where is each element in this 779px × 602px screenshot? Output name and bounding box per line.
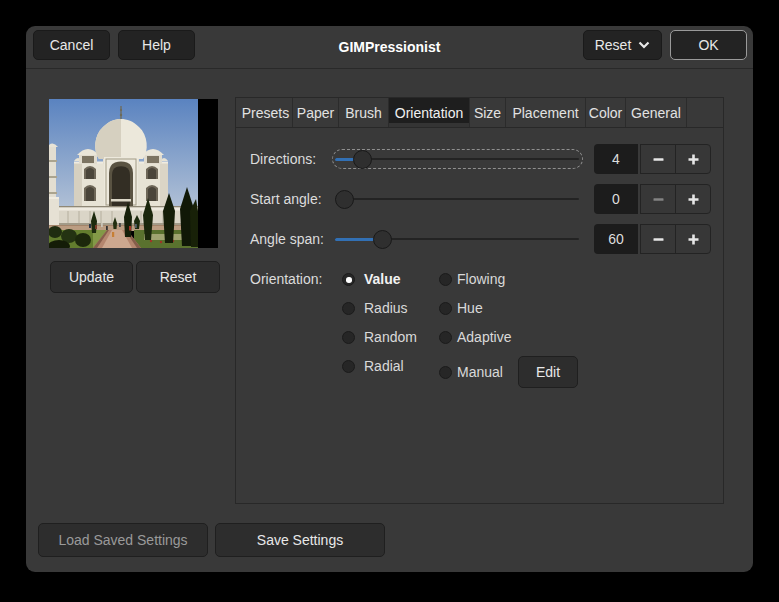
edit-button[interactable]: Edit bbox=[518, 356, 578, 388]
angle-span-value-entry[interactable]: 60 bbox=[594, 224, 638, 254]
preview-image[interactable] bbox=[49, 99, 218, 248]
start-angle-slider-handle[interactable] bbox=[335, 190, 354, 209]
radio-flowing-label[interactable]: Flowing bbox=[457, 271, 505, 287]
angle-span-slider[interactable] bbox=[335, 229, 579, 249]
tab-general[interactable]: General bbox=[626, 98, 687, 127]
tab-paper[interactable]: Paper bbox=[293, 98, 339, 127]
angle-span-plus-button[interactable] bbox=[675, 224, 711, 254]
tab-bar: Presets Paper Brush Orientation Size Pla… bbox=[236, 98, 723, 128]
reset-dropdown-label: Reset bbox=[595, 37, 632, 53]
radio-adaptive[interactable] bbox=[439, 331, 452, 344]
directions-slider-handle[interactable] bbox=[353, 150, 372, 169]
radio-hue[interactable] bbox=[439, 302, 452, 315]
minus-icon bbox=[653, 234, 664, 245]
radio-random-label[interactable]: Random bbox=[364, 329, 417, 345]
start-angle-plus-button[interactable] bbox=[675, 184, 711, 214]
radio-value-label[interactable]: Value bbox=[364, 271, 401, 287]
dialog-header: Cancel Help GIMPressionist Reset OK bbox=[26, 26, 753, 69]
directions-plus-button[interactable] bbox=[675, 144, 711, 174]
radio-flowing[interactable] bbox=[439, 273, 452, 286]
plus-icon bbox=[688, 194, 699, 205]
save-settings-button[interactable]: Save Settings bbox=[215, 523, 385, 557]
orientation-label: Orientation: bbox=[250, 271, 322, 287]
tab-placement[interactable]: Placement bbox=[506, 98, 586, 127]
tab-color[interactable]: Color bbox=[586, 98, 626, 127]
radio-manual[interactable] bbox=[439, 366, 452, 379]
directions-slider[interactable] bbox=[335, 149, 579, 169]
start-angle-minus-button bbox=[640, 184, 676, 214]
directions-value-entry[interactable]: 4 bbox=[594, 144, 638, 174]
radio-hue-label[interactable]: Hue bbox=[457, 300, 483, 316]
start-angle-value-entry[interactable]: 0 bbox=[594, 184, 638, 214]
plus-icon bbox=[688, 154, 699, 165]
tab-presets[interactable]: Presets bbox=[239, 98, 293, 127]
radio-radial-label[interactable]: Radial bbox=[364, 358, 404, 374]
radio-radial[interactable] bbox=[342, 360, 355, 373]
reset-dropdown-button[interactable]: Reset bbox=[583, 30, 662, 60]
plus-icon bbox=[688, 234, 699, 245]
start-angle-slider[interactable] bbox=[335, 189, 579, 209]
load-saved-settings-button[interactable]: Load Saved Settings bbox=[38, 523, 208, 557]
update-button[interactable]: Update bbox=[50, 261, 133, 293]
angle-span-slider-handle[interactable] bbox=[373, 230, 392, 249]
taj-mahal-photo bbox=[49, 99, 198, 248]
tab-brush[interactable]: Brush bbox=[339, 98, 389, 127]
settings-notebook: Presets Paper Brush Orientation Size Pla… bbox=[235, 97, 724, 504]
directions-minus-button[interactable] bbox=[640, 144, 676, 174]
radio-random[interactable] bbox=[342, 331, 355, 344]
radio-value[interactable] bbox=[342, 273, 355, 286]
angle-span-label: Angle span: bbox=[250, 231, 324, 247]
preview-reset-button[interactable]: Reset bbox=[136, 261, 220, 293]
tab-orientation[interactable]: Orientation bbox=[389, 98, 470, 127]
directions-label: Directions: bbox=[250, 151, 316, 167]
radio-manual-label[interactable]: Manual bbox=[457, 364, 503, 380]
ok-button[interactable]: OK bbox=[670, 30, 747, 60]
tab-size[interactable]: Size bbox=[470, 98, 506, 127]
radio-radius-label[interactable]: Radius bbox=[364, 300, 408, 316]
minus-icon bbox=[653, 154, 664, 165]
minus-icon bbox=[653, 194, 664, 205]
radio-adaptive-label[interactable]: Adaptive bbox=[457, 329, 511, 345]
angle-span-minus-button[interactable] bbox=[640, 224, 676, 254]
chevron-down-icon bbox=[638, 41, 650, 49]
radio-radius[interactable] bbox=[342, 302, 355, 315]
gimpressionist-dialog: Cancel Help GIMPressionist Reset OK bbox=[26, 26, 753, 572]
start-angle-label: Start angle: bbox=[250, 191, 322, 207]
